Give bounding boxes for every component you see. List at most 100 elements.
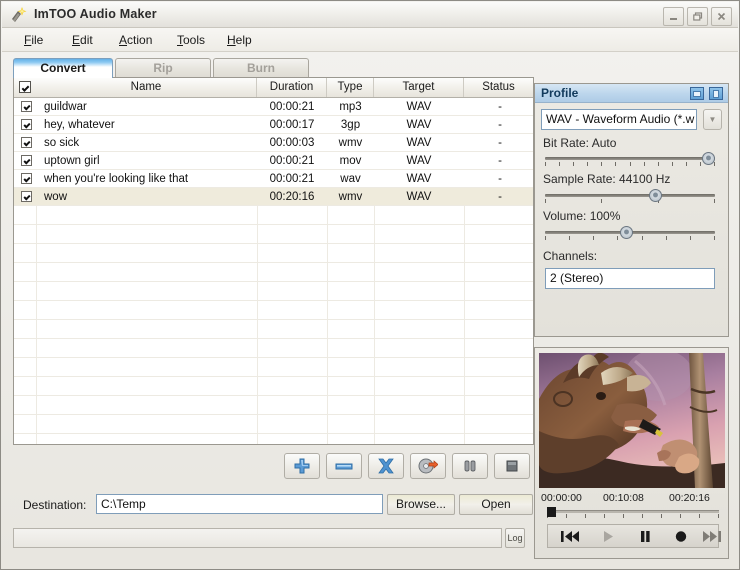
- progress-bar: [13, 528, 502, 548]
- row-checkbox[interactable]: [21, 173, 32, 184]
- empty-row[interactable]: [14, 377, 533, 396]
- minimize-icon: [669, 12, 678, 21]
- row-checkbox[interactable]: [21, 119, 32, 130]
- close-button[interactable]: [711, 7, 732, 26]
- cell-duration: 00:00:21: [257, 152, 327, 170]
- window-title: ImTOO Audio Maker: [34, 7, 157, 21]
- sample-rate-thumb[interactable]: [649, 189, 662, 202]
- empty-row[interactable]: [14, 339, 533, 358]
- column-header-name[interactable]: Name: [36, 78, 257, 97]
- cell-duration: 00:00:21: [257, 170, 327, 188]
- stop-button[interactable]: [669, 529, 693, 544]
- table-row[interactable]: wow00:20:16wmvWAV-: [14, 188, 533, 206]
- pause-button[interactable]: [452, 453, 488, 479]
- select-all-checkbox[interactable]: [19, 81, 31, 93]
- volume-label: Volume: 100%: [543, 209, 620, 223]
- empty-row[interactable]: [14, 225, 533, 244]
- sample-rate-slider[interactable]: [545, 191, 715, 205]
- remove-file-button[interactable]: [326, 453, 362, 479]
- channels-label: Channels:: [543, 249, 597, 263]
- table-row[interactable]: guildwar00:00:21mp3WAV-: [14, 98, 533, 116]
- volume-thumb[interactable]: [620, 226, 633, 239]
- file-list-body[interactable]: guildwar00:00:21mp3WAV-hey, whatever00:0…: [14, 98, 533, 444]
- profile-title: Profile: [541, 86, 578, 100]
- table-row[interactable]: when you're looking like that00:00:21wav…: [14, 170, 533, 188]
- time-start: 00:00:00: [541, 492, 582, 504]
- empty-row[interactable]: [14, 301, 533, 320]
- profile-format-combo[interactable]: WAV - Waveform Audio (*.w: [541, 109, 697, 130]
- play-button[interactable]: [596, 529, 620, 544]
- next-button[interactable]: [700, 529, 724, 544]
- cell-status: -: [464, 152, 533, 170]
- stop-button[interactable]: [494, 453, 530, 479]
- sample-rate-label: Sample Rate: 44100 Hz: [543, 172, 670, 186]
- minimize-button[interactable]: [663, 7, 684, 26]
- bit-rate-thumb[interactable]: [702, 152, 715, 165]
- tab-convert[interactable]: Convert: [13, 58, 113, 78]
- empty-row[interactable]: [14, 244, 533, 263]
- cell-status: -: [464, 170, 533, 188]
- channels-combo[interactable]: 2 (Stereo): [545, 268, 715, 289]
- sample-rate-ticks: [545, 199, 715, 204]
- row-checkbox[interactable]: [21, 191, 32, 202]
- seek-thumb[interactable]: [547, 507, 556, 517]
- empty-row[interactable]: [14, 206, 533, 225]
- minus-icon: [335, 460, 353, 472]
- pause-button[interactable]: [633, 529, 657, 544]
- empty-row[interactable]: [14, 263, 533, 282]
- restore-icon: [693, 12, 703, 21]
- tab-strip: Convert Rip Burn: [13, 58, 533, 78]
- clear-list-button[interactable]: [368, 453, 404, 479]
- column-header-duration[interactable]: Duration: [257, 78, 327, 97]
- table-row[interactable]: hey, whatever00:00:173gpWAV-: [14, 116, 533, 134]
- browse-button[interactable]: Browse...: [387, 494, 455, 515]
- rip-disc-button[interactable]: [410, 453, 446, 479]
- bit-rate-slider[interactable]: [545, 154, 715, 168]
- row-checkbox[interactable]: [21, 101, 32, 112]
- seek-slider[interactable]: [547, 506, 719, 520]
- file-list[interactable]: Name Duration Type Target Status guildwa…: [13, 77, 534, 445]
- cell-target: WAV: [374, 116, 464, 134]
- destination-input[interactable]: C:\Temp: [96, 494, 383, 514]
- panel-collapse-icon[interactable]: [709, 87, 723, 100]
- cell-duration: 00:00:17: [257, 116, 327, 134]
- empty-row[interactable]: [14, 434, 533, 444]
- list-view-icon[interactable]: [690, 87, 704, 100]
- row-checkbox[interactable]: [21, 155, 32, 166]
- video-preview[interactable]: [539, 353, 725, 488]
- previous-button[interactable]: [558, 529, 582, 544]
- table-row[interactable]: uptown girl00:00:21movWAV-: [14, 152, 533, 170]
- menu-file[interactable]: File: [24, 33, 43, 47]
- restore-button[interactable]: [687, 7, 708, 26]
- open-button[interactable]: Open: [459, 494, 533, 515]
- menu-help[interactable]: Help: [227, 33, 252, 47]
- table-row[interactable]: so sick00:00:03wmvWAV-: [14, 134, 533, 152]
- row-checkbox[interactable]: [21, 137, 32, 148]
- cell-type: 3gp: [327, 116, 374, 134]
- empty-row[interactable]: [14, 358, 533, 377]
- file-list-header: Name Duration Type Target Status: [14, 78, 533, 98]
- timeline-labels: 00:00:00 00:10:08 00:20:16: [541, 492, 723, 505]
- tab-rip[interactable]: Rip: [115, 58, 211, 78]
- column-header-status[interactable]: Status: [464, 78, 533, 97]
- video-frame-image: [539, 353, 725, 488]
- cell-duration: 00:20:16: [257, 188, 327, 206]
- column-header-type[interactable]: Type: [327, 78, 374, 97]
- log-button[interactable]: Log: [505, 528, 525, 548]
- profile-options-button[interactable]: ▼: [703, 109, 722, 130]
- empty-row[interactable]: [14, 415, 533, 434]
- empty-row[interactable]: [14, 320, 533, 339]
- volume-slider[interactable]: [545, 228, 715, 242]
- empty-row[interactable]: [14, 396, 533, 415]
- menu-edit[interactable]: Edit: [72, 33, 93, 47]
- empty-row[interactable]: [14, 282, 533, 301]
- add-file-button[interactable]: [284, 453, 320, 479]
- menu-action[interactable]: Action: [119, 33, 152, 47]
- pause-icon: [638, 530, 652, 543]
- column-header-target[interactable]: Target: [374, 78, 464, 97]
- media-controls: [547, 524, 719, 548]
- menu-tools[interactable]: Tools: [177, 33, 205, 47]
- application-window: ImTOO Audio Maker File Edit: [0, 0, 740, 570]
- bit-rate-label: Bit Rate: Auto: [543, 136, 616, 150]
- tab-burn[interactable]: Burn: [213, 58, 309, 78]
